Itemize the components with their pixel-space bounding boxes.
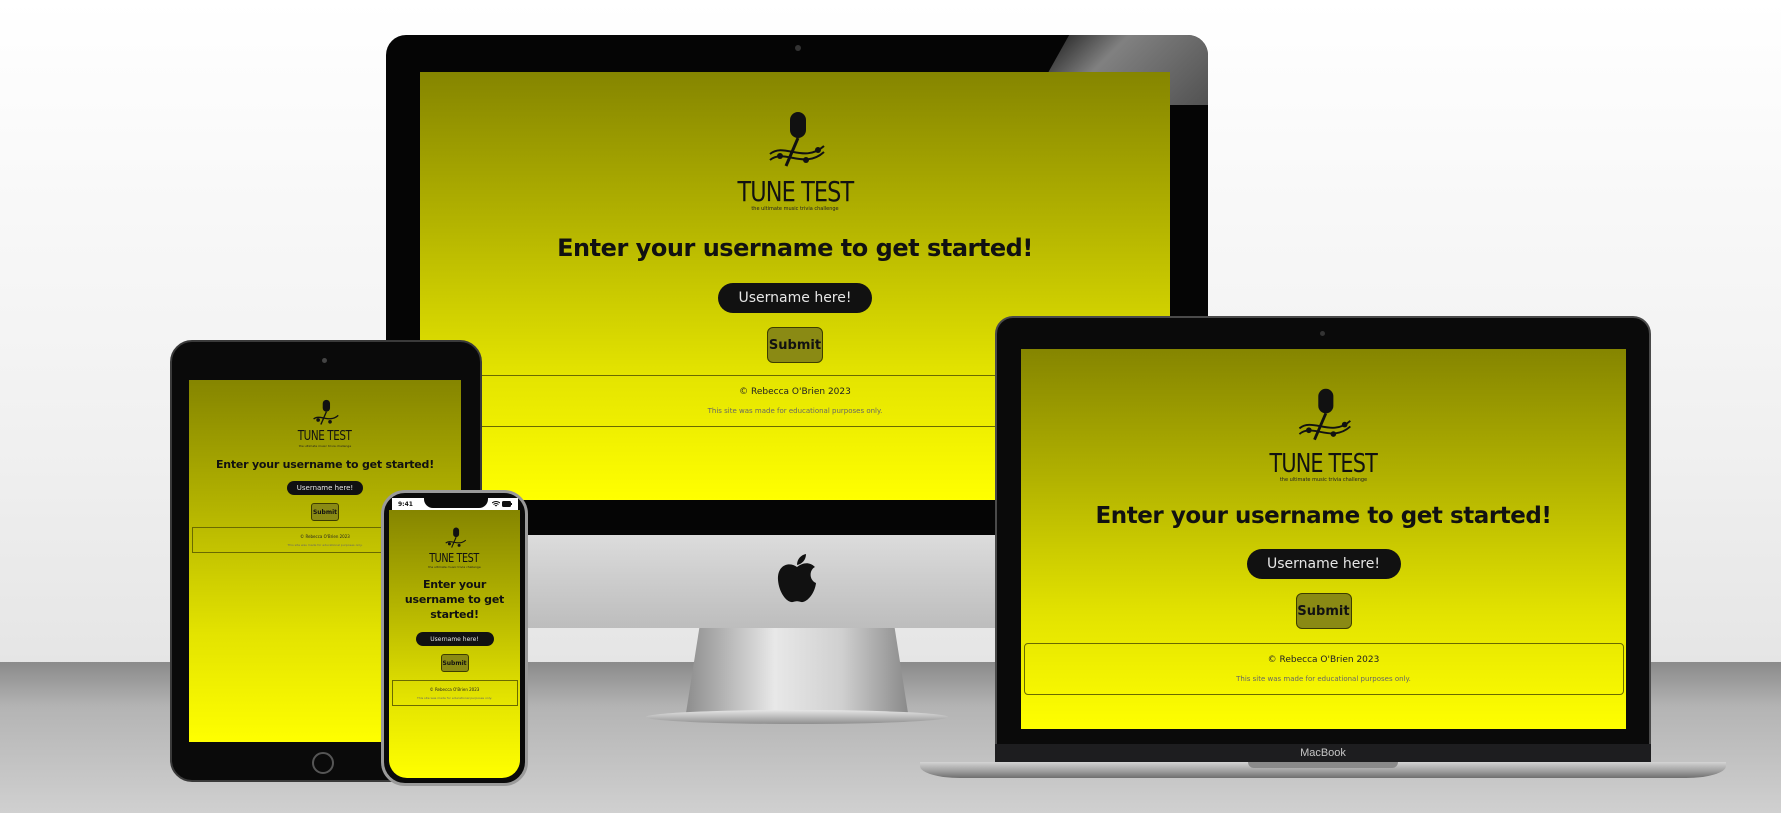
logo-title: TUNE TEST <box>429 551 480 565</box>
macbook-opening-notch <box>1248 762 1398 768</box>
submit-button[interactable]: Submit <box>440 654 469 672</box>
macbook-camera <box>1320 331 1325 336</box>
footer: © Rebecca O'Brien 2023 This site was mad… <box>1023 643 1624 695</box>
microphone-icon <box>444 527 466 548</box>
logo-title: TUNE TEST <box>298 429 352 444</box>
page-heading: Enter your username to get started! <box>1095 503 1552 529</box>
page-heading: Enter your username to get started! <box>404 578 505 621</box>
logo-tagline: the ultimate music trivia challenge <box>298 444 352 448</box>
copyright-text: © Rebecca O'Brien 2023 <box>739 387 851 397</box>
macbook-label: MacBook <box>995 744 1651 762</box>
logo: TUNE TEST the ultimate music trivia chal… <box>291 398 358 448</box>
submit-button[interactable]: Submit <box>1295 593 1352 629</box>
logo: TUNE TEST the ultimate music trivia chal… <box>423 526 485 569</box>
ipad-camera <box>322 358 327 363</box>
username-input[interactable]: Username here! <box>1246 549 1401 579</box>
disclaimer-text: This site was made for educational purpo… <box>1236 675 1411 683</box>
copyright-text: © Rebecca O'Brien 2023 <box>1267 655 1380 665</box>
microphone-icon <box>313 399 339 425</box>
battery-icon <box>502 501 512 507</box>
imac-stand <box>686 628 908 713</box>
logo: TUNE TEST the ultimate music trivia chal… <box>1256 385 1390 483</box>
page-heading: Enter your username to get started! <box>557 234 1033 262</box>
copyright-text: © Rebecca O'Brien 2023 <box>300 533 350 539</box>
logo-tagline: the ultimate music trivia challenge <box>428 565 481 569</box>
disclaimer-text: This site was made for educational purpo… <box>287 542 363 547</box>
apple-logo-icon <box>777 554 816 603</box>
footer: © Rebecca O'Brien 2023 This site was mad… <box>391 680 518 706</box>
ipad-home-button[interactable] <box>312 752 334 774</box>
iphone-screen: TUNE TEST the ultimate music trivia chal… <box>389 510 520 778</box>
macbook-screen: TUNE TEST the ultimate music trivia chal… <box>1021 349 1626 729</box>
submit-button[interactable]: Submit <box>311 503 339 521</box>
microphone-icon <box>769 112 825 167</box>
imac-camera <box>795 45 801 51</box>
disclaimer-text: This site was made for educational purpo… <box>417 695 492 700</box>
submit-button[interactable]: Submit <box>767 327 823 363</box>
disclaimer-text: This site was made for educational purpo… <box>707 407 883 415</box>
username-input[interactable]: Username here! <box>287 481 363 495</box>
logo: TUNE TEST the ultimate music trivia chal… <box>723 108 868 212</box>
wifi-icon <box>492 501 500 507</box>
iphone-notch <box>424 496 488 508</box>
microphone-icon <box>1299 388 1352 441</box>
imac-base <box>646 710 948 724</box>
logo-title: TUNE TEST <box>1269 449 1378 479</box>
username-input[interactable]: Username here! <box>415 632 494 646</box>
status-time: 9:41 <box>398 500 413 508</box>
page-heading: Enter your username to get started! <box>215 458 435 471</box>
copyright-text: © Rebecca O'Brien 2023 <box>429 686 480 692</box>
username-input[interactable]: Username here! <box>718 283 872 313</box>
logo-title: TUNE TEST <box>737 175 854 208</box>
